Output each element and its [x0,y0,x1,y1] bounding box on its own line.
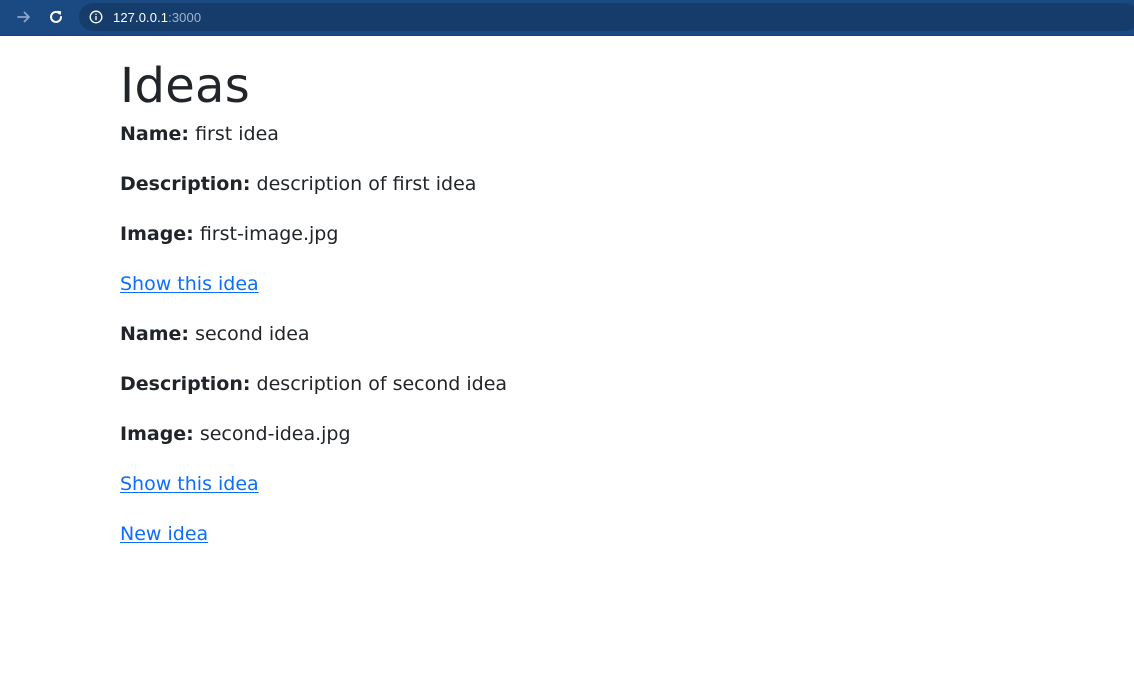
idea-image-row: Image: second-idea.jpg [120,422,1020,446]
info-icon[interactable] [89,10,103,24]
idea-name-row: Name: second idea [120,322,1020,346]
idea-name: second idea [195,323,310,345]
description-label: Description: [120,373,251,395]
new-link-row: New idea [120,522,1020,546]
idea-description: description of second idea [256,373,508,395]
idea-item: Name: first idea Description: descriptio… [120,122,1020,296]
new-idea-link[interactable]: New idea [120,523,208,545]
browser-toolbar: 127.0.0.1:3000 [0,0,1134,36]
page-title: Ideas [120,58,251,114]
arrow-forward-icon[interactable] [13,6,35,28]
idea-name: first idea [195,123,279,145]
address-bar[interactable]: 127.0.0.1:3000 [79,3,1134,31]
main-content: Ideas Name: first idea Description: desc… [120,36,1020,546]
idea-item: Name: second idea Description: descripti… [120,322,1020,496]
image-label: Image: [120,423,194,445]
image-label: Image: [120,223,194,245]
idea-description: description of first idea [256,173,477,195]
idea-name-row: Name: first idea [120,122,1020,146]
show-link-row: Show this idea [120,272,1020,296]
idea-image-row: Image: first-image.jpg [120,222,1020,246]
idea-description-row: Description: description of first idea [120,172,1020,196]
reload-icon[interactable] [45,6,67,28]
description-label: Description: [120,173,251,195]
idea-description-row: Description: description of second idea [120,372,1020,396]
url-port: :3000 [168,9,202,25]
show-idea-link[interactable]: Show this idea [120,473,259,495]
url-text: 127.0.0.1:3000 [113,10,201,25]
name-label: Name: [120,123,190,145]
idea-image: second-idea.jpg [199,423,351,445]
idea-image: first-image.jpg [199,223,339,245]
show-link-row: Show this idea [120,472,1020,496]
name-label: Name: [120,323,190,345]
url-host: 127.0.0.1 [113,9,169,25]
show-idea-link[interactable]: Show this idea [120,273,259,295]
